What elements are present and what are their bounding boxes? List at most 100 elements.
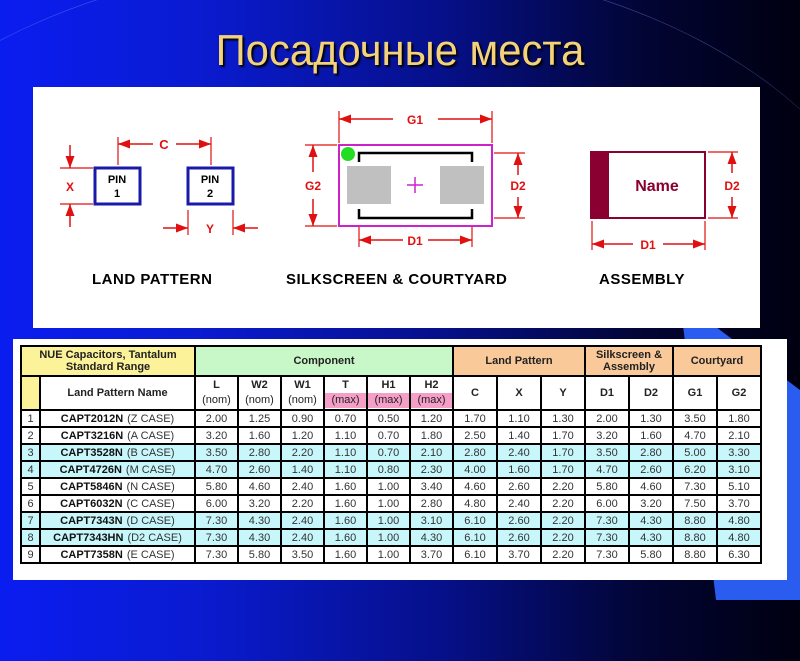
cell-h2: 1.80 [409, 426, 454, 445]
case-code: (C CASE) [126, 497, 175, 510]
header-silkscreen: Silkscreen & Assembly [584, 345, 674, 377]
cell-y: 2.20 [540, 528, 586, 547]
pin1-label: PIN [108, 174, 126, 186]
cell-y: 2.20 [540, 511, 586, 530]
cell-g1: 7.50 [672, 494, 718, 513]
cell-g2: 5.10 [716, 477, 762, 496]
cell-x: 1.40 [496, 426, 542, 445]
land-pattern-name: CAPT7343N (D CASE) [39, 511, 196, 530]
cell-c: 2.50 [452, 426, 498, 445]
cell-t: 1.60 [323, 528, 368, 547]
group-title-line1: NUE Capacitors, Tantalum [39, 349, 177, 361]
cell-c: 1.70 [452, 409, 498, 428]
column-unit: (max) [368, 393, 409, 408]
silkscreen-top [357, 151, 474, 162]
column-header-w1: W1 (nom) [280, 375, 325, 411]
cell-h2: 4.30 [409, 528, 454, 547]
cell-x: 2.60 [496, 511, 542, 530]
pad-right [440, 166, 484, 204]
silkscreen-courtyard-diagram: G1 G2 D2 D1 [305, 111, 526, 248]
dim-x-label: X [66, 180, 74, 194]
cell-y: 2.20 [540, 494, 586, 513]
cell-l: 6.00 [194, 494, 239, 513]
cell-g2: 3.70 [716, 494, 762, 513]
cell-h2: 2.30 [409, 460, 454, 479]
cell-h1: 0.70 [366, 426, 411, 445]
cell-h1: 1.00 [366, 511, 411, 530]
column-header-l: L (nom) [194, 375, 239, 411]
cell-y: 1.30 [540, 409, 586, 428]
header-courtyard: Courtyard [672, 345, 762, 377]
cell-h1: 1.00 [366, 494, 411, 513]
cell-g1: 7.30 [672, 477, 718, 496]
cell-l: 7.30 [194, 528, 239, 547]
column-unit: (nom) [245, 394, 274, 406]
dim-d1-label: D1 [407, 234, 423, 248]
cell-h2: 3.40 [409, 477, 454, 496]
cell-y: 2.20 [540, 477, 586, 496]
column-unit: (max) [411, 393, 452, 408]
row-index: 4 [20, 460, 41, 479]
cell-t: 1.60 [323, 494, 368, 513]
silkscreen-line1: Silkscreen & [595, 349, 663, 361]
cell-h2: 2.10 [409, 443, 454, 462]
column-header-d2: D2 [628, 375, 674, 411]
table-row: 3 CAPT3528N (B CASE) 3.50 2.80 2.20 1.10 0.70 2.… [20, 443, 762, 462]
row-index: 5 [20, 477, 41, 496]
name-header: Land Pattern Name [39, 375, 196, 411]
cell-d2: 1.30 [628, 409, 674, 428]
cell-g2: 3.10 [716, 460, 762, 479]
column-label: D2 [643, 386, 659, 399]
row-index: 2 [20, 426, 41, 445]
cell-d2: 4.60 [628, 477, 674, 496]
cell-c: 4.80 [452, 494, 498, 513]
pad-left [347, 166, 391, 204]
table-panel: NUE Capacitors, Tantalum Standard Range … [13, 339, 787, 580]
cell-d2: 4.30 [628, 528, 674, 547]
column-header-g1: G1 [672, 375, 718, 411]
cell-w2: 4.60 [237, 477, 282, 496]
cell-l: 2.00 [194, 409, 239, 428]
case-code: (D CASE) [126, 514, 175, 527]
cell-w2: 4.30 [237, 528, 282, 547]
pin1-marker-icon [341, 147, 355, 161]
assembly-diagram: Name D2 D1 [590, 151, 740, 252]
cell-w2: 3.20 [237, 494, 282, 513]
case-code: (Z CASE) [127, 412, 175, 425]
cell-h2: 3.70 [409, 545, 454, 564]
table-row: 8 CAPT7343HN (D2 CASE) 7.30 4.30 2.40 1.60 1.00… [20, 528, 762, 547]
part-number: CAPT5846N [60, 480, 123, 493]
cell-g2: 4.80 [716, 528, 762, 547]
cell-y: 2.20 [540, 545, 586, 564]
cell-y: 1.70 [540, 426, 586, 445]
cell-h1: 0.70 [366, 443, 411, 462]
column-label: C [471, 386, 479, 399]
cell-t: 1.10 [323, 443, 368, 462]
column-label: L [213, 379, 220, 391]
land-pattern-name: CAPT6032N (C CASE) [39, 494, 196, 513]
cell-w2: 5.80 [237, 545, 282, 564]
column-label: H1 [381, 379, 396, 391]
table-row: 7 CAPT7343N (D CASE) 7.30 4.30 2.40 1.60 1.00 3.… [20, 511, 762, 530]
cell-w1: 2.40 [280, 528, 325, 547]
cell-x: 2.40 [496, 494, 542, 513]
header-land-pattern: Land Pattern [452, 345, 586, 377]
cell-d1: 6.00 [584, 494, 630, 513]
part-number: CAPT2012N [60, 412, 124, 425]
cell-g2: 2.10 [716, 426, 762, 445]
cell-w1: 2.20 [280, 494, 325, 513]
column-unit: (max) [325, 393, 366, 408]
cell-d1: 7.30 [584, 511, 630, 530]
assembly-name-label: Name [635, 178, 679, 195]
cell-y: 1.70 [540, 443, 586, 462]
cell-d2: 5.80 [628, 545, 674, 564]
column-header-h1: H1 (max) [366, 375, 411, 411]
land-pattern-name: CAPT5846N (N CASE) [39, 477, 196, 496]
cell-d2: 1.60 [628, 426, 674, 445]
cell-w1: 0.90 [280, 409, 325, 428]
column-label: H2 [424, 379, 439, 391]
pin1-number: 1 [114, 188, 120, 200]
cell-x: 1.60 [496, 460, 542, 479]
column-header-x: X [496, 375, 542, 411]
pin2-label: PIN [201, 174, 219, 186]
